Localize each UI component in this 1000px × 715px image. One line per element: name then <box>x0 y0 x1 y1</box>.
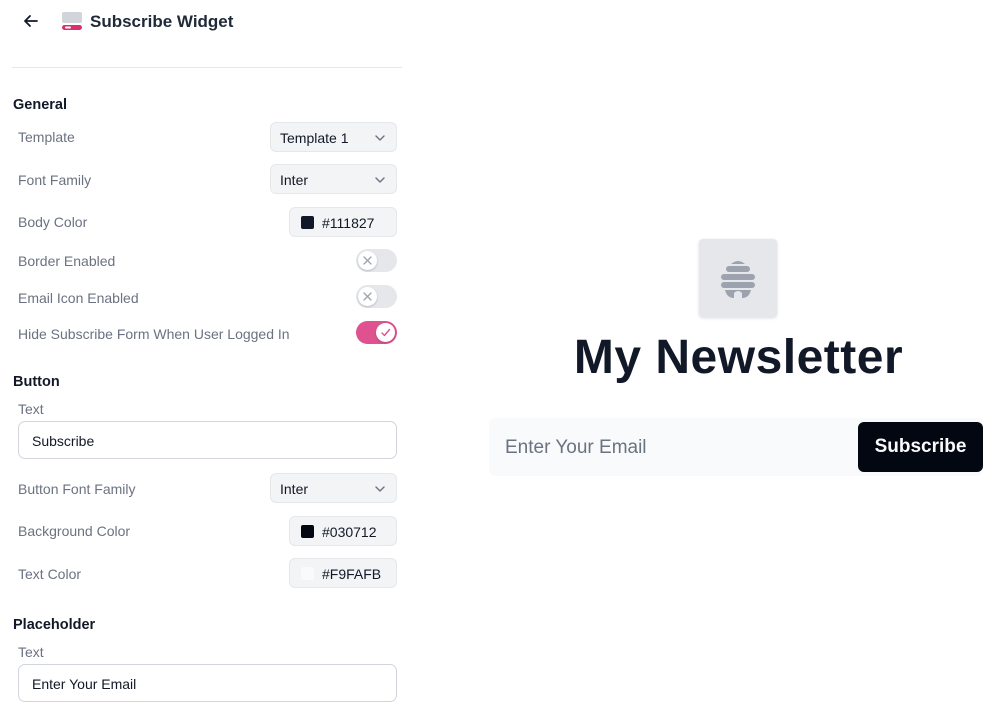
toggle-knob <box>358 251 377 270</box>
placeholder-text-value: Enter Your Email <box>32 676 137 692</box>
widget-icon <box>62 12 82 30</box>
template-select-value: Template 1 <box>280 130 349 146</box>
top-bar: Subscribe Widget <box>0 0 410 44</box>
background-color-value: #030712 <box>322 524 377 540</box>
body-color-input[interactable]: #111827 <box>289 207 397 237</box>
email-input[interactable]: Enter Your Email <box>489 418 858 476</box>
button-font-family-label: Button Font Family <box>18 481 136 497</box>
section-title-button: Button <box>13 374 60 390</box>
check-icon <box>381 328 391 337</box>
toggle-knob <box>358 287 377 306</box>
widget-preview: My Newsletter Enter Your Email Subscribe <box>410 0 1000 715</box>
page-title: Subscribe Widget <box>90 12 234 31</box>
template-select[interactable]: Template 1 <box>270 122 397 152</box>
newsletter-logo <box>699 239 777 317</box>
font-family-select[interactable]: Inter <box>270 164 397 194</box>
background-color-swatch <box>301 525 314 538</box>
close-icon <box>363 292 372 301</box>
section-title-general: General <box>13 97 67 113</box>
button-text-label: Text <box>18 401 44 417</box>
background-color-label: Background Color <box>18 523 131 539</box>
header-divider <box>12 67 402 68</box>
text-color-label: Text Color <box>18 566 82 582</box>
body-color-value: #111827 <box>322 215 375 231</box>
button-text-value: Subscribe <box>32 433 95 449</box>
chevron-down-icon <box>375 135 385 141</box>
back-button[interactable] <box>20 10 42 32</box>
button-font-family-value: Inter <box>280 481 309 497</box>
placeholder-text-label: Text <box>18 644 44 660</box>
template-label: Template <box>18 129 75 145</box>
text-color-value: #F9FAFB <box>322 566 382 582</box>
font-family-select-value: Inter <box>280 172 309 188</box>
settings-panel: Subscribe Widget General Template Templa… <box>0 0 410 715</box>
toggle-knob <box>376 323 395 342</box>
newsletter-title: My Newsletter <box>573 331 904 384</box>
placeholder-text-input[interactable]: Enter Your Email <box>18 664 397 702</box>
body-color-label: Body Color <box>18 214 88 230</box>
email-icon-enabled-toggle[interactable] <box>356 285 397 308</box>
section-title-placeholder: Placeholder <box>13 617 96 633</box>
text-color-swatch <box>301 567 314 580</box>
email-placeholder: Enter Your Email <box>505 437 647 458</box>
body-color-swatch <box>301 216 314 229</box>
hide-when-logged-in-toggle[interactable] <box>356 321 397 344</box>
subscribe-form: Enter Your Email Subscribe <box>489 418 983 476</box>
email-icon-enabled-label: Email Icon Enabled <box>18 290 139 306</box>
font-family-label: Font Family <box>18 172 92 188</box>
chevron-down-icon <box>375 177 385 183</box>
border-enabled-toggle[interactable] <box>356 249 397 272</box>
chevron-down-icon <box>375 486 385 492</box>
hide-when-logged-in-label: Hide Subscribe Form When User Logged In <box>18 326 290 342</box>
button-font-family-select[interactable]: Inter <box>270 473 397 503</box>
close-icon <box>363 256 372 265</box>
subscribe-button[interactable]: Subscribe <box>858 422 983 472</box>
beehive-icon <box>721 261 755 298</box>
text-color-input[interactable]: #F9FAFB <box>289 558 397 588</box>
border-enabled-label: Border Enabled <box>18 253 116 269</box>
background-color-input[interactable]: #030712 <box>289 516 397 546</box>
button-text-input[interactable]: Subscribe <box>18 421 397 459</box>
arrow-left-icon <box>24 15 38 27</box>
